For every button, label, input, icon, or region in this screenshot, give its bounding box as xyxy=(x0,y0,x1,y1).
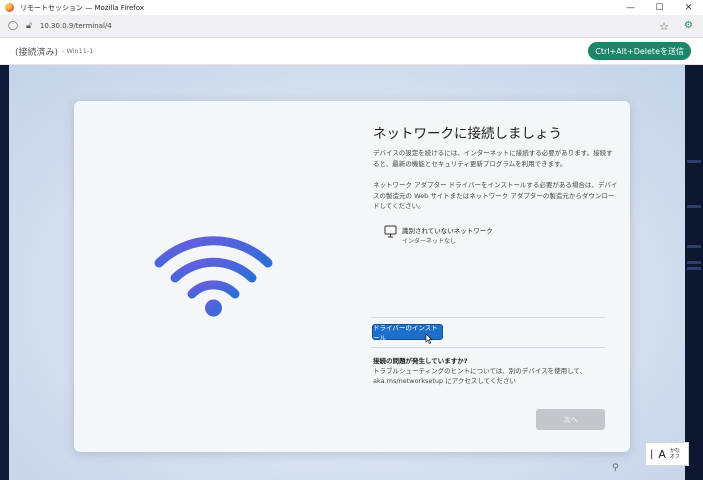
mouse-cursor-icon xyxy=(425,334,433,344)
shield-icon[interactable]: ◯ xyxy=(8,21,18,31)
session-name: - Win11-1 xyxy=(62,47,94,55)
network-status: インターネットなし xyxy=(402,238,457,245)
browser-title-bar: リモートセッション — Mozilla Firefox — ☐ ✕ xyxy=(0,0,703,15)
session-status: (接続済み) xyxy=(15,47,59,58)
wifi-icon xyxy=(154,236,273,317)
divider xyxy=(371,347,605,348)
oobe-network-card: ネットワークに接続しましょう デバイスの設定を続けるには、インターネットに接続す… xyxy=(74,101,630,452)
address-bar: ◯ 🔓︎ 10.30.0.9/terminal/4 ☆ ⚙ xyxy=(0,15,703,38)
ime-clipboard-glyph: | xyxy=(650,448,654,460)
bookmark-star-icon[interactable]: ☆ xyxy=(659,20,669,33)
insecure-lock-icon[interactable]: 🔓︎ xyxy=(26,21,32,31)
ime-indicator[interactable]: | A かな オフ xyxy=(645,442,689,466)
next-button[interactable]: 次へ xyxy=(536,409,605,430)
ime-mode-label: かな オフ xyxy=(669,448,680,460)
ime-mode[interactable]: A xyxy=(658,448,666,461)
maximize-button[interactable]: ☐ xyxy=(645,0,674,15)
session-header: (接続済み) - Win11-1 Ctrl+Alt+Deleteを送信 xyxy=(0,38,703,65)
trouble-text: トラブルシューティングのヒントについては、別のデバイスを使用して、aka.ms/… xyxy=(373,367,587,385)
driver-paragraph: ネットワーク アダプター ドライバーをインストールする必要がある場合は、デバイス… xyxy=(373,181,618,210)
ctrl-alt-delete-button[interactable]: Ctrl+Alt+Deleteを送信 xyxy=(588,42,691,60)
window-title: リモートセッション — Mozilla Firefox xyxy=(20,3,144,12)
trouble-heading: 接続の問題が発生していますか? xyxy=(373,357,468,365)
url-field[interactable]: 10.30.0.9/terminal/4 xyxy=(40,22,112,30)
window-controls: — ☐ ✕ xyxy=(616,0,703,15)
description-paragraph: デバイスの設定を続けるには、インターネットに接続する必要があります。接続すると、… xyxy=(373,149,613,168)
network-list-item[interactable]: 識別されていないネットワーク インターネットなし xyxy=(384,225,493,245)
host-desktop-strip xyxy=(685,65,703,480)
divider xyxy=(371,317,605,318)
page-title: ネットワークに接続しましょう xyxy=(373,126,562,142)
close-button[interactable]: ✕ xyxy=(674,0,703,15)
ethernet-monitor-icon xyxy=(384,225,397,238)
network-name: 識別されていないネットワーク xyxy=(402,227,493,235)
extension-icon[interactable]: ⚙ xyxy=(684,20,693,31)
minimize-button[interactable]: — xyxy=(616,0,645,15)
firefox-logo-icon xyxy=(5,3,14,12)
accessibility-icon[interactable]: ⚲ xyxy=(612,463,619,473)
